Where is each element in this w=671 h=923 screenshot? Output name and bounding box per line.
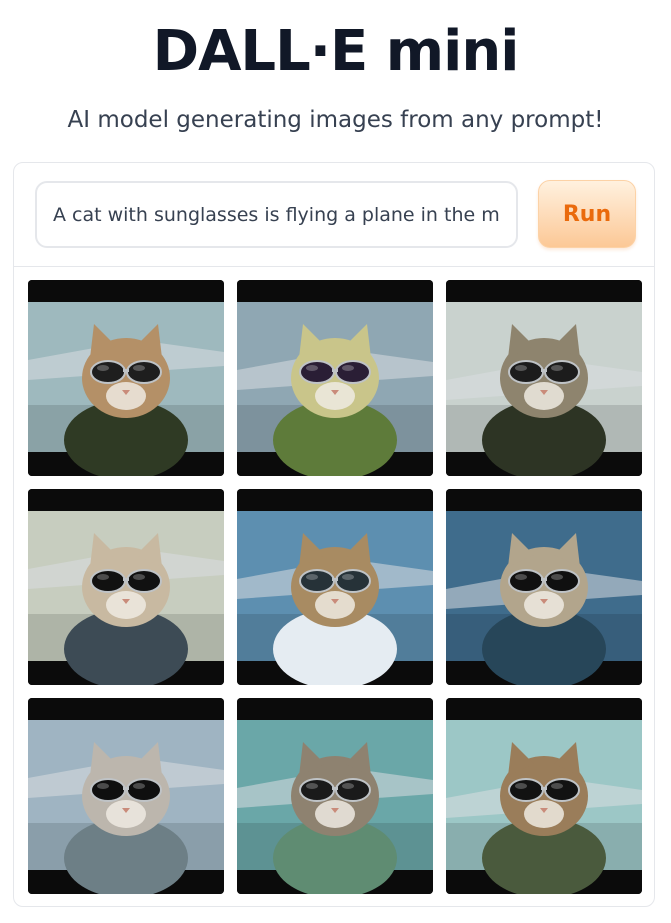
generated-image[interactable] bbox=[237, 280, 433, 476]
generated-image[interactable] bbox=[28, 489, 224, 685]
image-gallery bbox=[28, 280, 642, 894]
page-subtitle: AI model generating images from any prom… bbox=[67, 107, 604, 133]
page-title: DALL·E mini bbox=[152, 19, 520, 84]
generated-image[interactable] bbox=[446, 489, 642, 685]
generated-image[interactable] bbox=[28, 698, 224, 894]
generated-image-illustration bbox=[237, 280, 433, 476]
generated-image[interactable] bbox=[28, 280, 224, 476]
run-button[interactable]: Run bbox=[538, 180, 636, 248]
generated-image[interactable] bbox=[237, 698, 433, 894]
generated-image-illustration bbox=[446, 489, 642, 685]
prompt-input[interactable] bbox=[35, 181, 518, 248]
generated-image-illustration bbox=[28, 280, 224, 476]
generated-image-illustration bbox=[446, 280, 642, 476]
generated-image[interactable] bbox=[446, 280, 642, 476]
generated-image-illustration bbox=[237, 489, 433, 685]
generated-image-illustration bbox=[446, 698, 642, 894]
generator-panel: Run bbox=[13, 162, 655, 907]
generated-image[interactable] bbox=[446, 698, 642, 894]
generated-image-illustration bbox=[28, 489, 224, 685]
generated-image-illustration bbox=[28, 698, 224, 894]
generated-image[interactable] bbox=[237, 489, 433, 685]
page: DALL·E mini AI model generating images f… bbox=[0, 0, 671, 923]
prompt-form: Run bbox=[14, 163, 654, 267]
generated-image-illustration bbox=[237, 698, 433, 894]
